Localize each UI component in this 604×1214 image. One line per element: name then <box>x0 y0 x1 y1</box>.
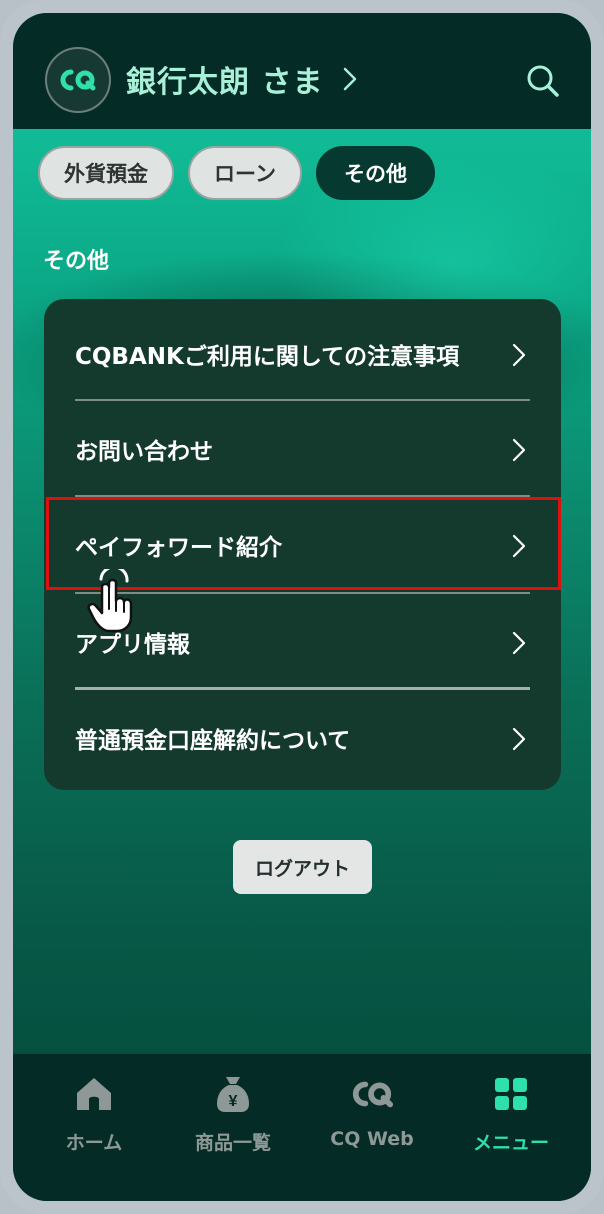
nav-label: メニュー <box>472 1132 549 1154</box>
cq-web-icon <box>352 1081 394 1108</box>
nav-home[interactable]: ホーム <box>24 1072 164 1162</box>
grid-menu-icon <box>495 1078 527 1110</box>
menu-item-label: CQBANKご利用に関しての注意事項 <box>75 344 460 370</box>
nav-label: 商品一覧 <box>194 1132 271 1154</box>
tab-label: ローン <box>214 162 276 186</box>
home-icon <box>77 1078 111 1110</box>
user-profile-link[interactable]: 銀行太朗 さま <box>126 55 357 103</box>
cq-logo <box>45 47 111 113</box>
nav-cq-web[interactable]: CQ Web <box>302 1072 442 1162</box>
nav-label: CQ Web <box>330 1128 414 1150</box>
cq-logo-icon <box>60 69 96 91</box>
section-title: その他 <box>43 249 110 274</box>
category-tabs: 外貨預金 ローン その他 <box>38 146 435 200</box>
tab-label: 外貨預金 <box>64 162 148 186</box>
nav-menu[interactable]: メニュー <box>441 1072 581 1162</box>
search-icon[interactable] <box>523 61 563 101</box>
chevron-right-icon <box>512 631 526 655</box>
money-bag-icon: ¥ <box>217 1077 249 1112</box>
nav-label: ホーム <box>65 1132 123 1154</box>
menu-item-notes[interactable]: CQBANKご利用に関しての注意事項 <box>44 306 561 402</box>
chevron-right-icon <box>512 727 526 751</box>
tab-label: その他 <box>343 162 407 186</box>
menu-item-label: 普通預金口座解約について <box>75 728 351 754</box>
app-screen: 銀行太朗 さま 外貨預金 ローン その他 その他 CQBANKご利用に関しての注… <box>13 13 591 1201</box>
tab-foreign-deposit[interactable]: 外貨預金 <box>38 146 174 200</box>
nav-products[interactable]: ¥ 商品一覧 <box>163 1072 303 1162</box>
menu-item-label: お問い合わせ <box>75 439 213 465</box>
menu-item-account-closure[interactable]: 普通預金口座解約について <box>44 690 561 786</box>
app-header: 銀行太朗 さま <box>13 13 591 129</box>
device-frame: 銀行太朗 さま 外貨預金 ローン その他 その他 CQBANKご利用に関しての注… <box>0 0 604 1214</box>
bottom-navigation: ホーム ¥ 商品一覧 CQ Web メニュー <box>13 1053 591 1201</box>
tab-loan[interactable]: ローン <box>188 146 302 200</box>
chevron-right-icon <box>512 343 526 367</box>
chevron-right-icon <box>512 438 526 462</box>
logout-button[interactable]: ログアウト <box>233 840 372 894</box>
svg-text:¥: ¥ <box>229 1093 238 1110</box>
tap-hand-icon <box>87 569 133 633</box>
chevron-right-icon <box>344 67 357 91</box>
tab-other[interactable]: その他 <box>315 146 435 200</box>
user-name: 銀行太朗 さま <box>126 65 324 100</box>
menu-item-contact[interactable]: お問い合わせ <box>44 401 561 497</box>
